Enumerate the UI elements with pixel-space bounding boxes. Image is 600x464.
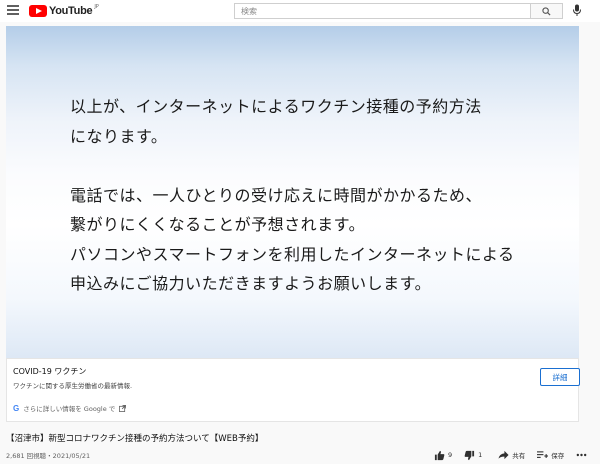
slide-line: 電話では、一人ひとりの受け応えに時間がかかるため、	[70, 185, 483, 205]
search-input[interactable]: 検索	[234, 3, 531, 19]
slide-line: になります。	[70, 126, 168, 146]
slide-line: 以上が、インターネットによるワクチン接種の予約方法	[70, 97, 482, 116]
slide-text: 以上が、インターネットによるワクチン接種の予約方法 になります。 電話では、一人…	[70, 92, 515, 299]
thumbs-up-icon	[434, 450, 445, 460]
external-link-icon	[119, 404, 127, 412]
logo-text: YouTube	[49, 5, 93, 17]
logo-region: JP	[94, 4, 99, 10]
hamburger-menu-icon[interactable]	[7, 5, 19, 15]
dislike-button[interactable]: 1	[464, 450, 482, 461]
like-button[interactable]: 9	[434, 450, 452, 461]
video-meta: 2,681 回視聴・2021/05/21	[6, 452, 91, 460]
save-label: 保存	[551, 452, 565, 460]
more-actions-button[interactable]	[576, 453, 587, 457]
info-panel-title: COVID-19 ワクチン	[13, 367, 87, 376]
slide-line: 申込みにご協力いただきますようお願いします。	[70, 274, 432, 293]
search-icon	[542, 6, 551, 16]
share-button[interactable]: 共有	[498, 450, 525, 460]
share-label: 共有	[512, 452, 526, 460]
google-search-link[interactable]: G さらに詳しい情報を Google で	[13, 402, 127, 414]
google-g-icon: G	[13, 403, 20, 413]
details-button[interactable]: 詳細	[540, 368, 580, 386]
dislike-count: 1	[478, 451, 483, 459]
youtube-play-icon	[29, 5, 47, 17]
google-search-link-text: さらに詳しい情報を Google で	[23, 405, 116, 413]
share-icon	[498, 450, 509, 460]
video-title: 【沼津市】新型コロナワクチン接種の予約方法ついて【WEB予約】	[6, 434, 264, 444]
youtube-logo[interactable]: YouTube JP	[29, 3, 99, 19]
video-player[interactable]: 以上が、インターネットによるワクチン接種の予約方法 になります。 電話では、一人…	[6, 26, 579, 358]
slide-line: パソコンやスマートフォンを利用したインターネットによる	[70, 244, 515, 264]
video-actions: 9 1 共有 保存	[434, 448, 587, 462]
microphone-icon[interactable]	[572, 4, 582, 17]
info-panel-subtitle: ワクチンに関する厚生労働省の最新情報.	[13, 382, 133, 390]
like-count: 9	[448, 451, 453, 459]
top-bar: YouTube JP 検索	[0, 0, 600, 22]
add-to-playlist-icon	[537, 451, 549, 458]
slide-line: 繋がりにくくなることが予想されます。	[70, 215, 366, 234]
thumbs-down-icon	[464, 450, 475, 460]
more-horizontal-icon	[576, 453, 587, 457]
save-button[interactable]: 保存	[537, 450, 564, 460]
search-button[interactable]	[531, 3, 563, 19]
covid-info-panel: COVID-19 ワクチン ワクチンに関する厚生労働省の最新情報. 詳細 G さ…	[6, 358, 580, 422]
